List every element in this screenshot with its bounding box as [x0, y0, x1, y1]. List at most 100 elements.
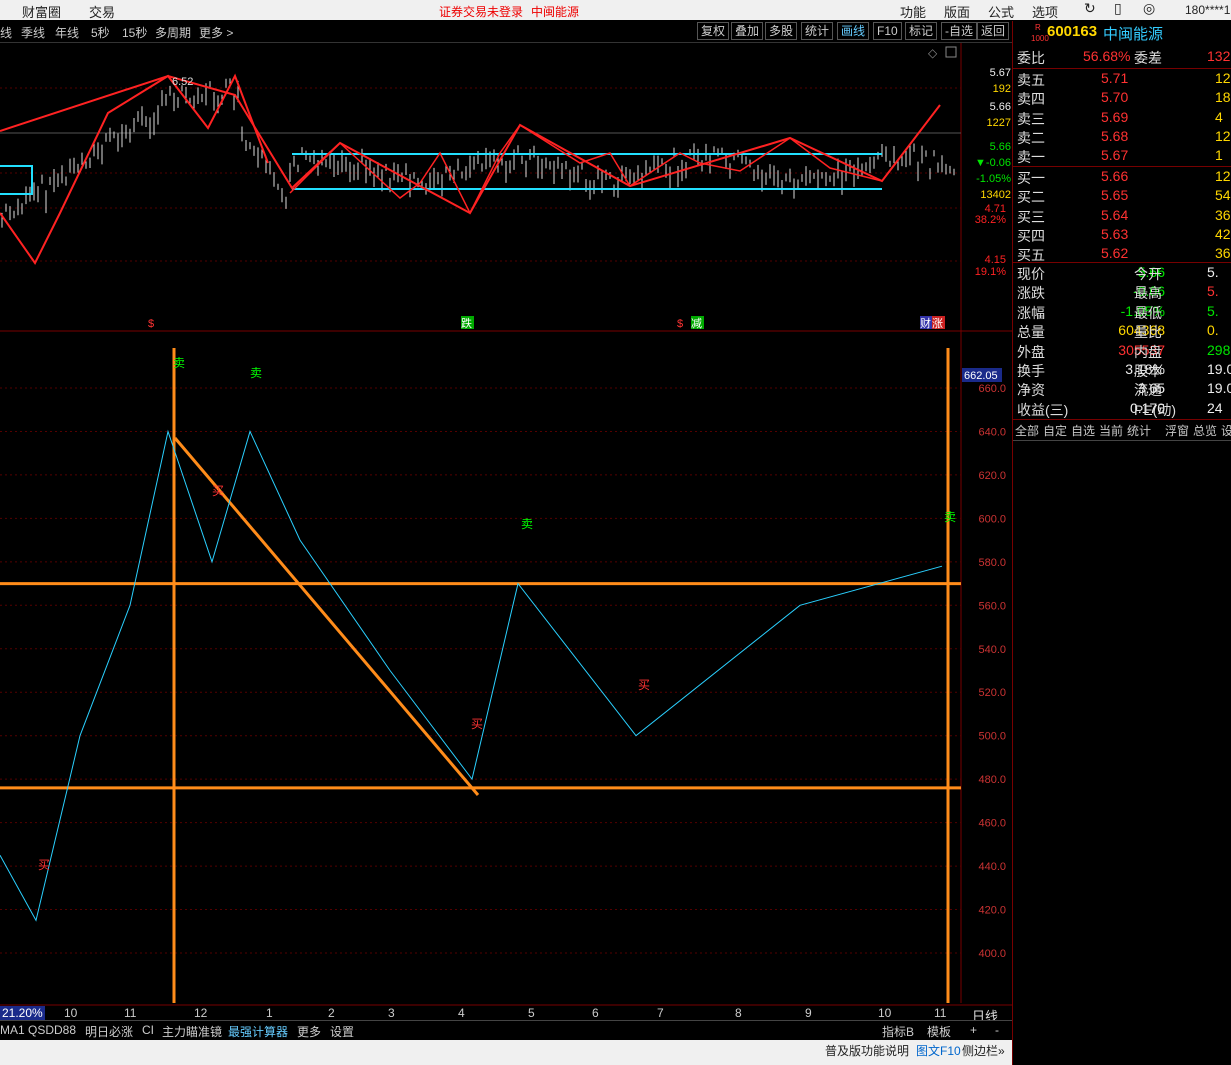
- stat-row: 换手 3.18% 股本 19.0: [1017, 361, 1231, 380]
- tab-more[interactable]: 更多: [297, 1023, 321, 1040]
- btn-back[interactable]: 返回: [977, 22, 1010, 40]
- bid-volume: 36: [1215, 245, 1231, 262]
- stat-label: 净资: [1017, 382, 1045, 399]
- status-help[interactable]: 普及版功能说明: [825, 1042, 909, 1059]
- weicha-label: 委差: [1134, 50, 1162, 66]
- axis-price-3: 5.66: [990, 141, 1011, 153]
- status-sidebar[interactable]: 侧边栏»: [962, 1042, 1005, 1059]
- stat-label: 总量: [1017, 324, 1045, 341]
- bid-row[interactable]: 买四 5.63 42: [1017, 226, 1231, 245]
- period-more[interactable]: 更多 >: [199, 24, 233, 41]
- ask-label: 卖四: [1017, 91, 1045, 108]
- chart-toolbar: 线 季线 年线 5秒 15秒 多周期 更多 > 复权 叠加 多股 统计 画线 F…: [0, 21, 1012, 43]
- ptab-watch[interactable]: 自选: [1071, 422, 1095, 439]
- menu-options[interactable]: 选项: [1032, 2, 1058, 21]
- tab-zhuli[interactable]: 主力瞄准镜: [162, 1023, 222, 1040]
- ptab-current[interactable]: 当前: [1099, 422, 1123, 439]
- y-tick-label: 420.0: [978, 905, 1006, 917]
- bid-label: 买二: [1017, 189, 1045, 206]
- ptab-custom[interactable]: 自定: [1043, 422, 1067, 439]
- menu-function[interactable]: 功能: [900, 2, 926, 21]
- chart-area[interactable]: 6.52 5.67 192 5.66 1227 5.66 ▼-0.06 -1.0…: [0, 43, 1012, 1020]
- bid-price: 5.64: [1101, 206, 1129, 223]
- period-5s[interactable]: 5秒: [91, 24, 110, 41]
- bid-label: 买四: [1017, 227, 1045, 244]
- bid-volume: 54: [1215, 187, 1231, 204]
- stat-label: 量比: [1134, 324, 1162, 341]
- axis-price-1: 5.67: [990, 67, 1011, 79]
- marker-3: $: [677, 318, 683, 330]
- ask-volume: 12: [1215, 70, 1231, 86]
- tab-ma1[interactable]: MA1: [0, 1023, 25, 1037]
- user-icon[interactable]: ◎: [1143, 0, 1155, 17]
- bid-row[interactable]: 买三 5.64 36: [1017, 207, 1231, 226]
- bid-price: 5.63: [1101, 225, 1129, 242]
- marker-5: 财: [920, 316, 931, 330]
- btn-template[interactable]: 模板: [927, 1023, 951, 1040]
- btn-overlay[interactable]: 叠加: [731, 22, 764, 40]
- btn-f10[interactable]: F10: [873, 22, 902, 40]
- ask-volume: 1: [1215, 147, 1223, 164]
- bid-label: 买一: [1017, 170, 1045, 186]
- ask-row[interactable]: 卖三 5.69 4: [1017, 109, 1231, 128]
- diamond-icon[interactable]: ◇: [928, 46, 938, 60]
- stat-label: 涨幅: [1017, 304, 1045, 321]
- tab-qsdd88[interactable]: QSDD88: [28, 1023, 76, 1037]
- tab-mingri[interactable]: 明日必涨: [85, 1023, 133, 1040]
- menu-caifuquan[interactable]: 财富圈: [22, 2, 61, 21]
- stat-row: 涨幅 -1.05% 最低 5.: [1017, 303, 1231, 322]
- phone-icon[interactable]: ▯: [1114, 0, 1122, 17]
- y-tick-label: 460.0: [978, 818, 1006, 830]
- y-tick-label: 480.0: [978, 774, 1006, 786]
- bid-row[interactable]: 买一 5.66 12: [1017, 168, 1231, 187]
- y-tick-label: 620.0: [978, 470, 1006, 482]
- refresh-icon[interactable]: ↻: [1084, 0, 1096, 17]
- marker-1: $: [148, 318, 154, 330]
- btn-stats[interactable]: 统计: [801, 22, 834, 40]
- quote-panel: R 1000 600163 中闽能源 委比 56.68% 委差 132 卖五 5…: [1012, 21, 1231, 1065]
- ask-row[interactable]: 卖二 5.68 12: [1017, 128, 1231, 147]
- menu-trade[interactable]: 交易: [89, 2, 115, 21]
- y-tick-label: 520.0: [978, 687, 1006, 699]
- period-week[interactable]: 线: [0, 24, 12, 41]
- y-tick-label: 660.0: [978, 383, 1006, 395]
- ptab-overview[interactable]: 总览: [1193, 422, 1217, 439]
- login-status: 证券交易未登录: [439, 5, 524, 19]
- tab-zuiqiang[interactable]: 最强计算器: [228, 1023, 288, 1040]
- btn-multistock[interactable]: 多股: [765, 22, 798, 40]
- menu-layout[interactable]: 版面: [944, 2, 970, 21]
- btn-minus[interactable]: -: [995, 1023, 999, 1037]
- ask-row[interactable]: 卖四 5.70 18: [1017, 89, 1231, 108]
- period-15s[interactable]: 15秒: [122, 24, 147, 41]
- ptab-all[interactable]: 全部: [1015, 422, 1039, 439]
- btn-indicator-b[interactable]: 指标B: [882, 1023, 914, 1040]
- x-label: 12: [194, 1006, 208, 1020]
- btn-draw[interactable]: 画线: [837, 22, 870, 40]
- period-multi[interactable]: 多周期: [155, 24, 191, 41]
- status-f10[interactable]: 图文F10: [916, 1042, 961, 1059]
- axis-price-5: 4.15: [985, 254, 1006, 266]
- ask-row[interactable]: 卖一 5.67 1: [1017, 147, 1231, 166]
- ptab-float[interactable]: 浮窗: [1165, 422, 1189, 439]
- bid-row[interactable]: 买二 5.65 54: [1017, 187, 1231, 206]
- period-year[interactable]: 年线: [55, 24, 79, 41]
- btn-mark[interactable]: 标记: [905, 22, 938, 40]
- stat-label: 涨跌: [1017, 285, 1045, 302]
- window-icon[interactable]: [945, 46, 957, 58]
- btn-plus[interactable]: +: [970, 1023, 977, 1037]
- axis-price-2: 5.66: [990, 101, 1011, 113]
- period-quarter[interactable]: 季线: [21, 24, 45, 41]
- ask-row[interactable]: 卖五 5.71 12: [1017, 70, 1231, 89]
- btn-watchlist[interactable]: -自选: [941, 22, 977, 40]
- stat-label: 流通: [1134, 382, 1162, 399]
- stat-value: 5.: [1207, 302, 1219, 319]
- bid-label: 买三: [1017, 208, 1045, 225]
- ptab-settings[interactable]: 设: [1221, 422, 1231, 439]
- tab-settings[interactable]: 设置: [330, 1023, 354, 1040]
- ptab-stats[interactable]: 统计: [1127, 422, 1151, 439]
- stat-row: 净资 3.65 流通 19.0: [1017, 380, 1231, 399]
- tab-ci[interactable]: CI: [142, 1023, 154, 1037]
- menu-formula[interactable]: 公式: [988, 2, 1014, 21]
- y-tick-label: 440.0: [978, 861, 1006, 873]
- btn-fuquan[interactable]: 复权: [697, 22, 730, 40]
